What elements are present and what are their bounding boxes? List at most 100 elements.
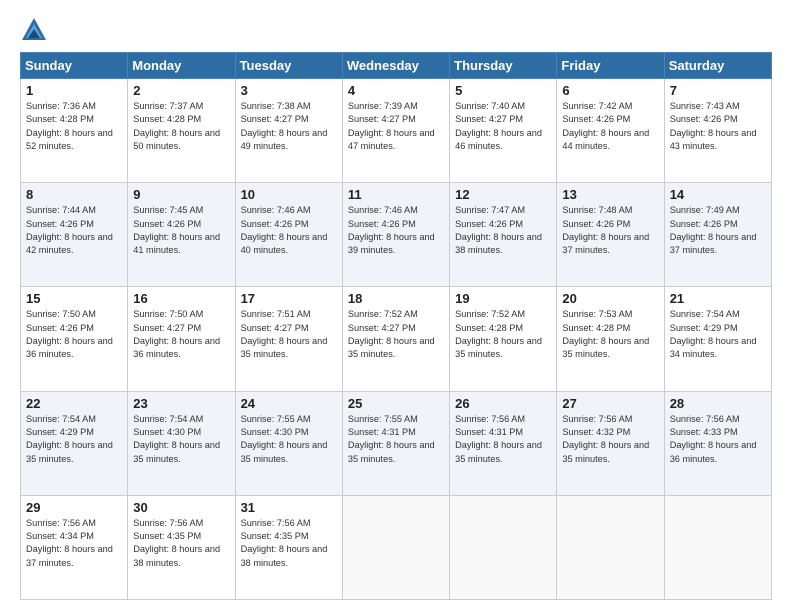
day-info: Sunrise: 7:39 AM Sunset: 4:27 PM Dayligh… (348, 100, 444, 153)
day-number: 24 (241, 396, 337, 411)
day-number: 7 (670, 83, 766, 98)
day-number: 9 (133, 187, 229, 202)
day-number: 4 (348, 83, 444, 98)
day-cell-4: 4 Sunrise: 7:39 AM Sunset: 4:27 PM Daylig… (342, 79, 449, 183)
day-cell-25: 25 Sunrise: 7:55 AM Sunset: 4:31 PM Dayli… (342, 391, 449, 495)
day-number: 20 (562, 291, 658, 306)
day-number: 6 (562, 83, 658, 98)
day-cell-16: 16 Sunrise: 7:50 AM Sunset: 4:27 PM Dayli… (128, 287, 235, 391)
day-info: Sunrise: 7:42 AM Sunset: 4:26 PM Dayligh… (562, 100, 658, 153)
day-info: Sunrise: 7:43 AM Sunset: 4:26 PM Dayligh… (670, 100, 766, 153)
day-header-thursday: Thursday (450, 53, 557, 79)
day-number: 19 (455, 291, 551, 306)
day-info: Sunrise: 7:38 AM Sunset: 4:27 PM Dayligh… (241, 100, 337, 153)
logo-icon (20, 16, 48, 44)
day-info: Sunrise: 7:55 AM Sunset: 4:31 PM Dayligh… (348, 413, 444, 466)
day-cell-5: 5 Sunrise: 7:40 AM Sunset: 4:27 PM Daylig… (450, 79, 557, 183)
day-number: 28 (670, 396, 766, 411)
logo (20, 16, 52, 44)
header (20, 16, 772, 44)
empty-cell (557, 495, 664, 599)
day-number: 23 (133, 396, 229, 411)
day-header-sunday: Sunday (21, 53, 128, 79)
day-number: 25 (348, 396, 444, 411)
day-info: Sunrise: 7:56 AM Sunset: 4:35 PM Dayligh… (241, 517, 337, 570)
day-cell-26: 26 Sunrise: 7:56 AM Sunset: 4:31 PM Dayli… (450, 391, 557, 495)
day-cell-1: 1 Sunrise: 7:36 AM Sunset: 4:28 PM Daylig… (21, 79, 128, 183)
day-number: 3 (241, 83, 337, 98)
page: SundayMondayTuesdayWednesdayThursdayFrid… (0, 0, 792, 612)
day-cell-27: 27 Sunrise: 7:56 AM Sunset: 4:32 PM Dayli… (557, 391, 664, 495)
empty-cell (664, 495, 771, 599)
day-cell-22: 22 Sunrise: 7:54 AM Sunset: 4:29 PM Dayli… (21, 391, 128, 495)
day-number: 18 (348, 291, 444, 306)
day-number: 5 (455, 83, 551, 98)
day-number: 29 (26, 500, 122, 515)
day-number: 16 (133, 291, 229, 306)
day-cell-12: 12 Sunrise: 7:47 AM Sunset: 4:26 PM Dayli… (450, 183, 557, 287)
day-cell-24: 24 Sunrise: 7:55 AM Sunset: 4:30 PM Dayli… (235, 391, 342, 495)
day-cell-13: 13 Sunrise: 7:48 AM Sunset: 4:26 PM Dayli… (557, 183, 664, 287)
calendar-table: SundayMondayTuesdayWednesdayThursdayFrid… (20, 52, 772, 600)
day-number: 21 (670, 291, 766, 306)
day-cell-31: 31 Sunrise: 7:56 AM Sunset: 4:35 PM Dayli… (235, 495, 342, 599)
day-cell-7: 7 Sunrise: 7:43 AM Sunset: 4:26 PM Daylig… (664, 79, 771, 183)
day-cell-18: 18 Sunrise: 7:52 AM Sunset: 4:27 PM Dayli… (342, 287, 449, 391)
day-cell-6: 6 Sunrise: 7:42 AM Sunset: 4:26 PM Daylig… (557, 79, 664, 183)
day-number: 26 (455, 396, 551, 411)
day-cell-3: 3 Sunrise: 7:38 AM Sunset: 4:27 PM Daylig… (235, 79, 342, 183)
day-cell-8: 8 Sunrise: 7:44 AM Sunset: 4:26 PM Daylig… (21, 183, 128, 287)
day-number: 8 (26, 187, 122, 202)
day-cell-19: 19 Sunrise: 7:52 AM Sunset: 4:28 PM Dayli… (450, 287, 557, 391)
day-info: Sunrise: 7:56 AM Sunset: 4:31 PM Dayligh… (455, 413, 551, 466)
day-info: Sunrise: 7:50 AM Sunset: 4:26 PM Dayligh… (26, 308, 122, 361)
day-cell-11: 11Sunrise: 7:46 AM Sunset: 4:26 PM Dayli… (342, 183, 449, 287)
day-cell-9: 9 Sunrise: 7:45 AM Sunset: 4:26 PM Daylig… (128, 183, 235, 287)
day-info: Sunrise: 7:51 AM Sunset: 4:27 PM Dayligh… (241, 308, 337, 361)
day-info: Sunrise: 7:56 AM Sunset: 4:34 PM Dayligh… (26, 517, 122, 570)
day-info: Sunrise: 7:48 AM Sunset: 4:26 PM Dayligh… (562, 204, 658, 257)
day-cell-29: 29 Sunrise: 7:56 AM Sunset: 4:34 PM Dayli… (21, 495, 128, 599)
day-number: 22 (26, 396, 122, 411)
day-info: Sunrise: 7:54 AM Sunset: 4:29 PM Dayligh… (670, 308, 766, 361)
day-info: Sunrise: 7:54 AM Sunset: 4:30 PM Dayligh… (133, 413, 229, 466)
day-number: 17 (241, 291, 337, 306)
day-cell-20: 20 Sunrise: 7:53 AM Sunset: 4:28 PM Dayli… (557, 287, 664, 391)
day-info: Sunrise: 7:56 AM Sunset: 4:32 PM Dayligh… (562, 413, 658, 466)
day-info: Sunrise: 7:55 AM Sunset: 4:30 PM Dayligh… (241, 413, 337, 466)
day-info: Sunrise: 7:54 AM Sunset: 4:29 PM Dayligh… (26, 413, 122, 466)
day-info: Sunrise: 7:49 AM Sunset: 4:26 PM Dayligh… (670, 204, 766, 257)
day-info: Sunrise: 7:44 AM Sunset: 4:26 PM Dayligh… (26, 204, 122, 257)
day-number: 12 (455, 187, 551, 202)
day-info: Sunrise: 7:37 AM Sunset: 4:28 PM Dayligh… (133, 100, 229, 153)
day-number: 1 (26, 83, 122, 98)
day-cell-28: 28 Sunrise: 7:56 AM Sunset: 4:33 PM Dayli… (664, 391, 771, 495)
day-info: Sunrise: 7:52 AM Sunset: 4:28 PM Dayligh… (455, 308, 551, 361)
day-cell-10: 10Sunrise: 7:46 AM Sunset: 4:26 PM Dayli… (235, 183, 342, 287)
day-info: Sunrise: 7:45 AM Sunset: 4:26 PM Dayligh… (133, 204, 229, 257)
day-info: Sunrise: 7:56 AM Sunset: 4:35 PM Dayligh… (133, 517, 229, 570)
empty-cell (450, 495, 557, 599)
day-header-monday: Monday (128, 53, 235, 79)
day-cell-15: 15Sunrise: 7:50 AM Sunset: 4:26 PM Dayli… (21, 287, 128, 391)
day-info: Sunrise: 7:46 AM Sunset: 4:26 PM Dayligh… (348, 204, 444, 257)
day-info: Sunrise: 7:52 AM Sunset: 4:27 PM Dayligh… (348, 308, 444, 361)
day-info: Sunrise: 7:53 AM Sunset: 4:28 PM Dayligh… (562, 308, 658, 361)
day-cell-2: 2Sunrise: 7:37 AM Sunset: 4:28 PM Daylig… (128, 79, 235, 183)
day-number: 14 (670, 187, 766, 202)
day-cell-30: 30Sunrise: 7:56 AM Sunset: 4:35 PM Dayli… (128, 495, 235, 599)
day-info: Sunrise: 7:47 AM Sunset: 4:26 PM Dayligh… (455, 204, 551, 257)
day-header-friday: Friday (557, 53, 664, 79)
day-info: Sunrise: 7:46 AM Sunset: 4:26 PM Dayligh… (241, 204, 337, 257)
day-header-saturday: Saturday (664, 53, 771, 79)
day-header-tuesday: Tuesday (235, 53, 342, 79)
day-info: Sunrise: 7:36 AM Sunset: 4:28 PM Dayligh… (26, 100, 122, 153)
empty-cell (342, 495, 449, 599)
day-info: Sunrise: 7:50 AM Sunset: 4:27 PM Dayligh… (133, 308, 229, 361)
day-cell-23: 23 Sunrise: 7:54 AM Sunset: 4:30 PM Dayli… (128, 391, 235, 495)
day-info: Sunrise: 7:56 AM Sunset: 4:33 PM Dayligh… (670, 413, 766, 466)
day-number: 31 (241, 500, 337, 515)
day-number: 13 (562, 187, 658, 202)
day-number: 27 (562, 396, 658, 411)
day-info: Sunrise: 7:40 AM Sunset: 4:27 PM Dayligh… (455, 100, 551, 153)
